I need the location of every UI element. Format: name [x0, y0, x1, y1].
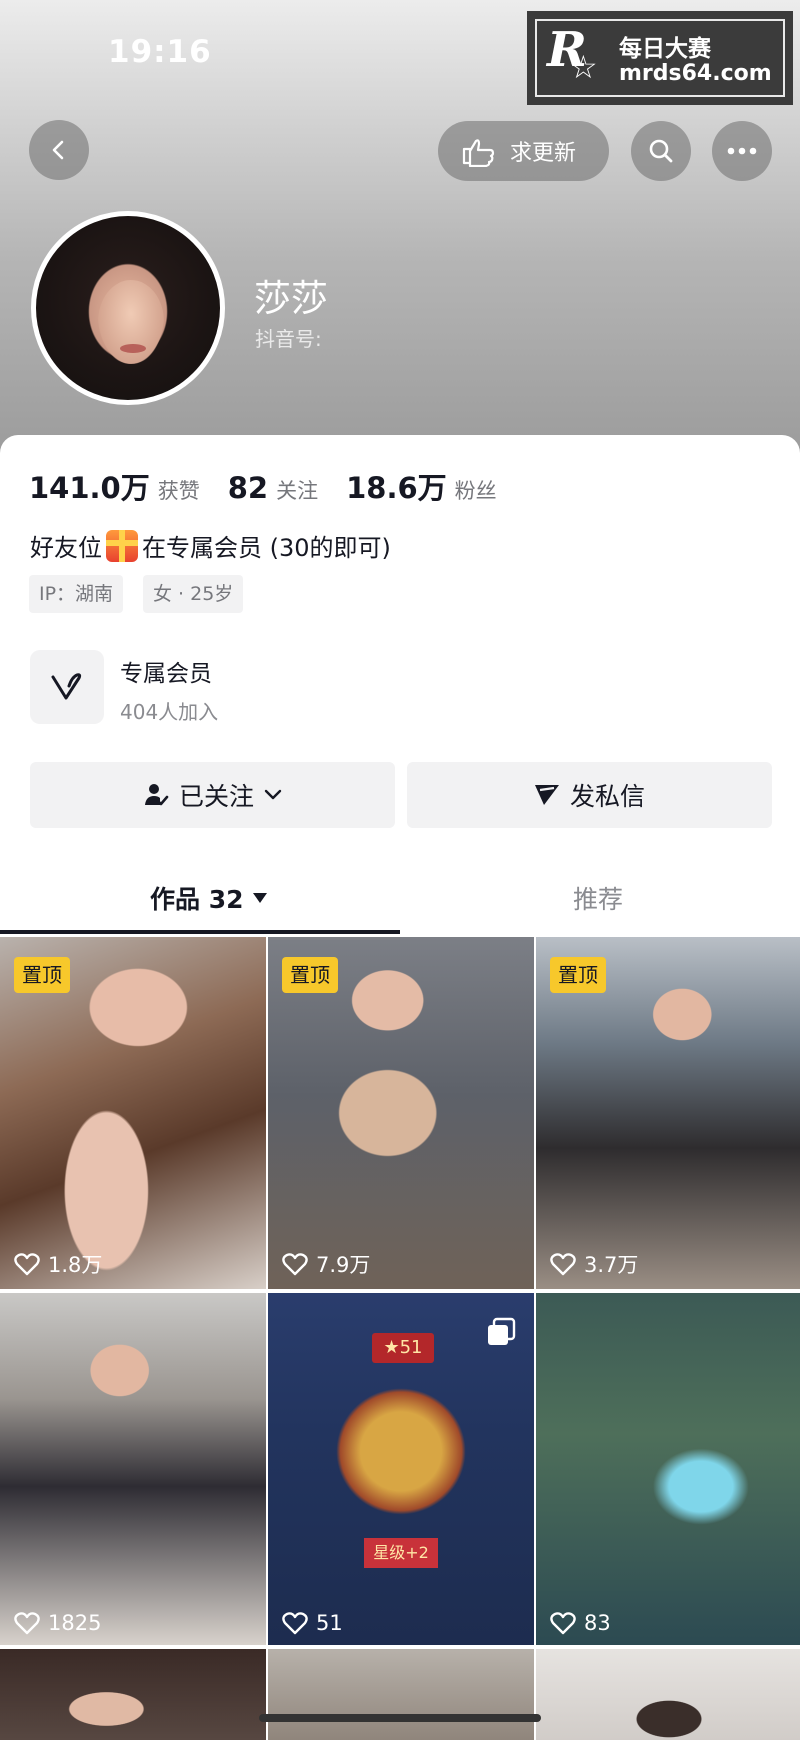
watermark-logo-icon: R ☆ [547, 22, 598, 86]
chevron-down-icon [264, 789, 282, 800]
request-update-button[interactable]: 求更新 [438, 121, 609, 181]
request-update-label: 求更新 [510, 141, 577, 166]
profile-stats: 141.0万 获赞 82 关注 18.6万 粉丝 [29, 465, 525, 507]
likes-count: 83 [584, 1611, 611, 1635]
heart-icon [282, 1253, 308, 1276]
profile-name: 莎莎 [254, 277, 328, 320]
heart-icon [14, 1253, 40, 1276]
video-thumbnail-8[interactable] [268, 1649, 534, 1740]
tab-recommend[interactable]: 推荐 [573, 880, 623, 916]
video-thumbnail-4[interactable]: 1825 [0, 1293, 266, 1645]
following-count[interactable]: 82 [228, 471, 268, 505]
followers-label: 粉丝 [454, 479, 497, 503]
likes-count: 1825 [48, 1611, 102, 1635]
image-set-icon [488, 1317, 516, 1345]
likes-count[interactable]: 141.0万 [29, 465, 150, 507]
video-likes: 7.9万 [282, 1249, 370, 1279]
membership-icon[interactable] [30, 650, 104, 724]
followers-count[interactable]: 18.6万 [346, 465, 447, 507]
bio-text-before: 好友位 [30, 534, 102, 562]
video-likes: 51 [282, 1611, 343, 1635]
ip-location-tag: IP：湖南 [29, 575, 124, 613]
search-button[interactable] [631, 121, 691, 181]
heart-icon [550, 1253, 576, 1276]
gender-age-tag: 女 · 25岁 [143, 575, 244, 613]
status-bar-time: 19:16 [108, 34, 212, 70]
followed-label: 已关注 [178, 782, 254, 811]
caret-down-icon [252, 893, 267, 903]
douyin-id: 抖音号: [255, 327, 322, 351]
video-likes: 1.8万 [14, 1249, 102, 1279]
pointing-hand-icon [462, 139, 495, 167]
membership-title[interactable]: 专属会员 [120, 654, 212, 688]
video-thumbnail-1[interactable]: 置顶 1.8万 [0, 937, 266, 1289]
heart-icon [14, 1612, 40, 1635]
gift-icon [106, 529, 138, 562]
likes-count: 51 [316, 1611, 343, 1635]
video-thumbnail-7[interactable] [0, 1649, 266, 1740]
more-button[interactable] [712, 121, 772, 181]
user-check-icon [144, 784, 169, 806]
video-likes: 1825 [14, 1611, 101, 1635]
send-message-button[interactable]: 发私信 [407, 762, 772, 828]
watermark-url: mrds64.com [619, 61, 772, 86]
send-message-label: 发私信 [569, 782, 645, 811]
video-likes: 3.7万 [550, 1249, 638, 1279]
chevron-left-icon [52, 140, 64, 160]
send-icon [534, 785, 559, 805]
heart-icon [550, 1612, 576, 1635]
more-dots-icon [727, 147, 757, 155]
home-indicator[interactable] [259, 1714, 541, 1722]
bio: 好友位 在专属会员 (30的即可) [30, 528, 391, 563]
heart-icon [282, 1612, 308, 1635]
game-star-badge: ★51 [372, 1333, 434, 1363]
pinned-badge: 置顶 [550, 957, 606, 993]
video-thumbnail-6[interactable]: 83 [536, 1293, 800, 1645]
watermark-title: 每日大赛 [619, 36, 711, 62]
likes-count: 3.7万 [584, 1253, 639, 1277]
pinned-badge: 置顶 [14, 957, 70, 993]
watermark: R ☆ 每日大赛 mrds64.com [527, 11, 793, 105]
active-tab-indicator [0, 930, 400, 934]
search-icon [649, 139, 673, 163]
bio-text-after: 在专属会员 (30的即可) [142, 534, 391, 562]
game-star-gain: 星级+2 [364, 1538, 438, 1568]
likes-count: 7.9万 [316, 1253, 371, 1277]
followed-button[interactable]: 已关注 [30, 762, 395, 828]
pinned-badge: 置顶 [282, 957, 338, 993]
video-thumbnail-2[interactable]: 置顶 7.9万 [268, 937, 534, 1289]
video-thumbnail-3[interactable]: 置顶 3.7万 [536, 937, 800, 1289]
likes-label: 获赞 [157, 479, 200, 503]
tab-works-label: 作品 32 [150, 885, 244, 914]
v-logo-icon [51, 673, 82, 700]
likes-count: 1.8万 [48, 1253, 103, 1277]
membership-count: 404人加入 [120, 700, 219, 724]
video-thumbnail-5[interactable]: ★51 星级+2 51 [268, 1293, 534, 1645]
back-button[interactable] [29, 120, 89, 180]
tab-works[interactable]: 作品 32 [150, 880, 268, 916]
following-label: 关注 [276, 479, 319, 503]
video-thumbnail-9[interactable] [536, 1649, 800, 1740]
avatar[interactable] [31, 211, 225, 405]
video-likes: 83 [550, 1611, 611, 1635]
